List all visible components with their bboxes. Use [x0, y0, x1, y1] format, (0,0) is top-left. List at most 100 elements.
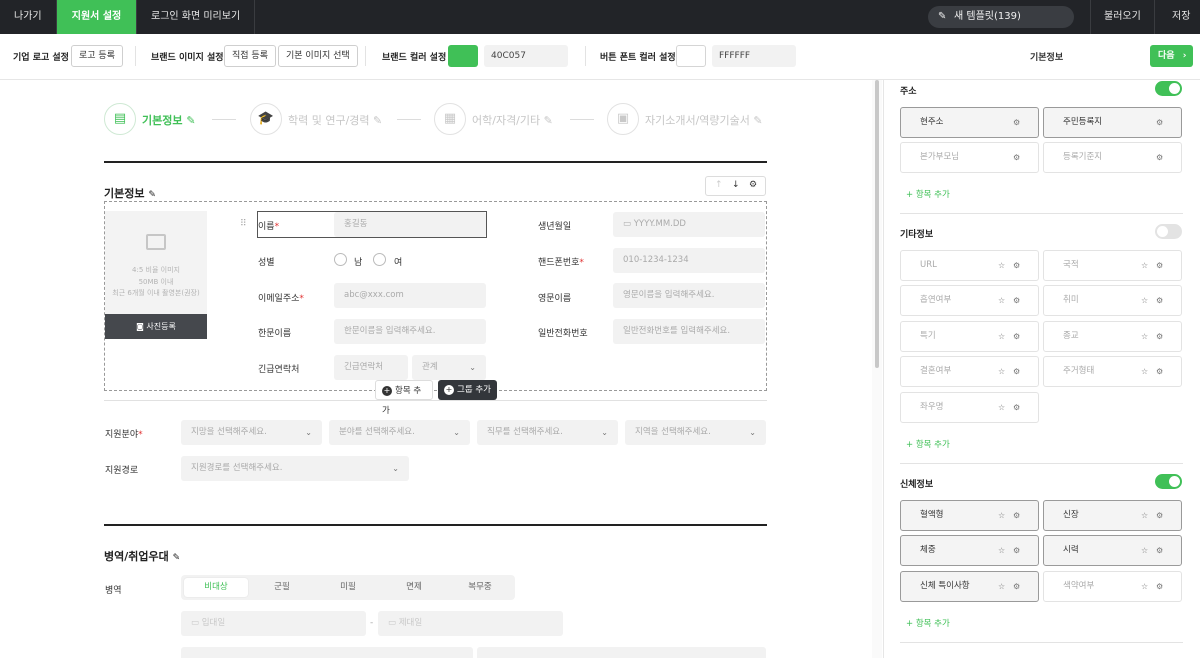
gear-icon[interactable]: ⚙: [1156, 501, 1163, 530]
star-icon[interactable]: ☆: [1141, 286, 1148, 315]
etc-chip[interactable]: 국적 ☆ ⚙: [1043, 250, 1182, 281]
star-icon[interactable]: ☆: [998, 251, 1005, 280]
gear-icon[interactable]: ⚙: [1013, 393, 1020, 422]
hanja-name-input[interactable]: 한문이름을 입력해주세요.: [334, 319, 486, 344]
gender-male-radio[interactable]: [334, 253, 347, 266]
gear-icon[interactable]: ⚙: [1013, 572, 1020, 601]
star-icon[interactable]: ☆: [998, 322, 1005, 351]
graduation-cap-icon[interactable]: 🎓: [250, 103, 282, 135]
discharge-date-input[interactable]: ▭ 제대일: [378, 611, 563, 636]
button-font-color-swatch[interactable]: [676, 45, 706, 67]
etc-chip[interactable]: 특기 ☆ ⚙: [900, 321, 1039, 352]
apply-duty-select[interactable]: 직무를 선택해주세요. ⌄: [477, 420, 618, 445]
body-chip[interactable]: 색약여부 ☆ ⚙: [1043, 571, 1182, 602]
step-basic-info[interactable]: 기본정보 ✎: [142, 112, 196, 128]
gear-icon[interactable]: ⚙: [1013, 322, 1020, 351]
star-icon[interactable]: ☆: [1141, 251, 1148, 280]
enlist-date-input[interactable]: ▭ 입대일: [181, 611, 366, 636]
military-option[interactable]: 복무중: [448, 578, 512, 597]
address-add-item[interactable]: + 항목 추가: [906, 188, 950, 200]
etc-toggle[interactable]: [1155, 224, 1182, 239]
gear-icon[interactable]: ⚙: [749, 180, 757, 190]
gear-icon[interactable]: ⚙: [1156, 286, 1163, 315]
gear-icon[interactable]: ⚙: [1156, 536, 1163, 565]
tab-login-preview[interactable]: 로그인 화면 미리보기: [137, 0, 256, 34]
star-icon[interactable]: ☆: [998, 357, 1005, 386]
arrow-down-icon[interactable]: ↓: [732, 180, 740, 190]
name-input[interactable]: 홍길동: [334, 212, 486, 237]
etc-chip[interactable]: 종교 ☆ ⚙: [1043, 321, 1182, 352]
next-button[interactable]: 다음 ›: [1150, 45, 1193, 67]
add-group-button[interactable]: + 그룹 추가: [438, 380, 497, 400]
photo-upload-area[interactable]: 4:5 비율 이미지 50MB 이내 최근 6개월 이내 촬영본(권장): [105, 211, 207, 314]
body-chip[interactable]: 신장 ☆ ⚙: [1043, 500, 1182, 531]
military-more-input[interactable]: [477, 647, 766, 658]
gear-icon[interactable]: ⚙: [1156, 322, 1163, 351]
body-chip[interactable]: 체중 ☆ ⚙: [900, 535, 1039, 566]
phone-input[interactable]: 010-1234-1234: [613, 248, 765, 273]
etc-chip[interactable]: 주거형태 ☆ ⚙: [1043, 356, 1182, 387]
etc-chip[interactable]: 취미 ☆ ⚙: [1043, 285, 1182, 316]
logo-register-button[interactable]: 로고 등록: [71, 45, 123, 67]
relation-select[interactable]: 관계 ⌄: [412, 355, 486, 380]
star-icon[interactable]: ☆: [1141, 536, 1148, 565]
apply-region-select[interactable]: 지역을 선택해주세요. ⌄: [625, 420, 766, 445]
star-icon[interactable]: ☆: [1141, 572, 1148, 601]
star-icon[interactable]: ☆: [998, 393, 1005, 422]
address-chip[interactable]: 현주소 ⚙: [900, 107, 1039, 138]
apply-route-select[interactable]: 지원경로를 선택해주세요. ⌄: [181, 456, 409, 481]
gear-icon[interactable]: ⚙: [1013, 501, 1020, 530]
gear-icon[interactable]: ⚙: [1013, 357, 1020, 386]
star-icon[interactable]: ☆: [998, 572, 1005, 601]
body-chip[interactable]: 시력 ☆ ⚙: [1043, 535, 1182, 566]
star-icon[interactable]: ☆: [998, 536, 1005, 565]
gear-icon[interactable]: ⚙: [1156, 572, 1163, 601]
apply-choice-select[interactable]: 지망을 선택해주세요. ⌄: [181, 420, 322, 445]
military-option[interactable]: 미필: [316, 578, 380, 597]
military-option[interactable]: 면제: [382, 578, 446, 597]
drag-handle-icon[interactable]: ⠿: [240, 219, 247, 229]
etc-chip[interactable]: URL ☆ ⚙: [900, 250, 1039, 281]
load-button[interactable]: 불러오기: [1104, 0, 1141, 34]
eng-name-input[interactable]: 영문이름을 입력해주세요.: [613, 283, 765, 308]
birth-input[interactable]: ▭ YYYY.MM.DD: [613, 212, 765, 237]
military-more-input[interactable]: [181, 647, 473, 658]
star-icon[interactable]: ☆: [1141, 357, 1148, 386]
scrollbar-thumb[interactable]: [875, 80, 879, 368]
document-icon[interactable]: ▤: [104, 103, 136, 135]
gear-icon[interactable]: ⚙: [1013, 108, 1020, 137]
military-option[interactable]: 비대상: [184, 578, 248, 597]
email-input[interactable]: abc@xxx.com: [334, 283, 486, 308]
tab-applicant-settings[interactable]: 지원서 설정: [57, 0, 137, 34]
etc-chip[interactable]: 좌우명 ☆ ⚙: [900, 392, 1039, 423]
photo-register-button[interactable]: ◙ 사진등록: [105, 314, 207, 339]
gear-icon[interactable]: ⚙: [1156, 108, 1163, 137]
add-item-button[interactable]: + 항목 추가: [375, 380, 433, 416]
arrow-up-icon[interactable]: ↑: [715, 180, 723, 190]
etc-chip[interactable]: 결혼여부 ☆ ⚙: [900, 356, 1039, 387]
star-icon[interactable]: ☆: [1141, 501, 1148, 530]
gear-icon[interactable]: ⚙: [1013, 251, 1020, 280]
save-button[interactable]: 저장: [1172, 0, 1190, 34]
body-chip[interactable]: 혈액형 ☆ ⚙: [900, 500, 1039, 531]
gear-icon[interactable]: ⚙: [1013, 286, 1020, 315]
id-badge-icon[interactable]: ▣: [607, 103, 639, 135]
certificate-icon[interactable]: ▦: [434, 103, 466, 135]
address-chip[interactable]: 본가부모님 ⚙: [900, 142, 1039, 173]
military-option[interactable]: 군필: [250, 578, 314, 597]
etc-chip[interactable]: 흡연여부 ☆ ⚙: [900, 285, 1039, 316]
body-add-item[interactable]: + 항목 추가: [906, 617, 950, 629]
new-template-button[interactable]: ✎ 새 템플릿(139): [928, 6, 1074, 28]
emergency-input[interactable]: 긴급연락처: [334, 355, 408, 380]
gear-icon[interactable]: ⚙: [1156, 143, 1163, 172]
address-chip[interactable]: 주민등록지 ⚙: [1043, 107, 1182, 138]
apply-area-select[interactable]: 분야를 선택해주세요. ⌄: [329, 420, 470, 445]
pencil-icon[interactable]: ✎: [173, 553, 181, 563]
body-toggle[interactable]: [1155, 474, 1182, 489]
brand-color-input[interactable]: 40C057: [484, 45, 568, 67]
exit-button[interactable]: 나가기: [0, 0, 57, 34]
gear-icon[interactable]: ⚙: [1013, 143, 1020, 172]
button-font-color-input[interactable]: FFFFFF: [712, 45, 796, 67]
gender-female-radio[interactable]: [373, 253, 386, 266]
pencil-icon[interactable]: ✎: [148, 190, 156, 200]
